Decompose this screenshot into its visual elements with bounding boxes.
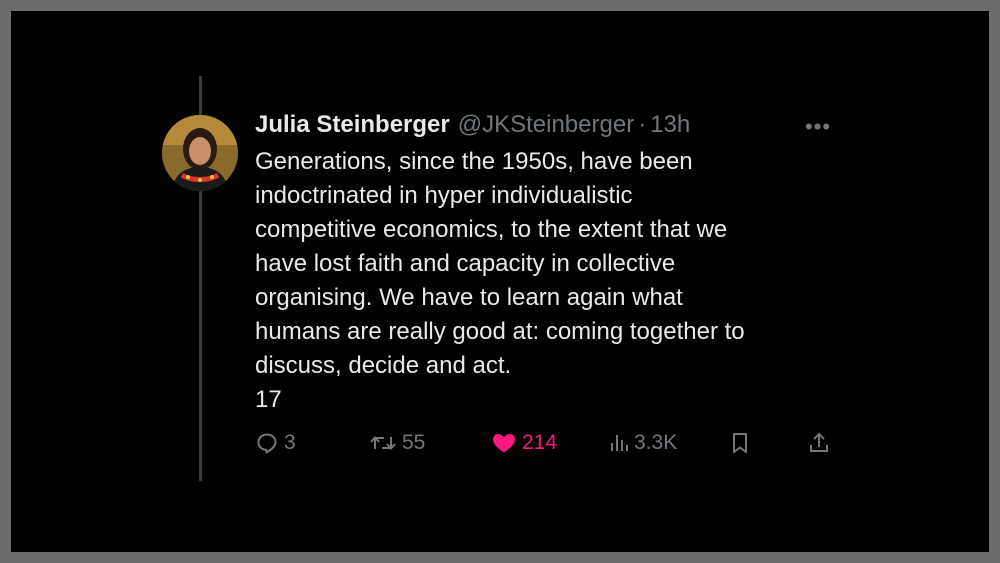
tweet-text-line: Generations, since the 1950s, have been [255, 148, 693, 175]
tweet-header: Julia Steinberger @JKSteinberger · 13h [255, 111, 690, 141]
retweet-count: 55 [402, 431, 426, 454]
tweet-text-line: indoctrinated in hyper individualistic [255, 182, 633, 209]
heart-icon [493, 434, 515, 453]
views-icon [611, 435, 628, 451]
tweet-text-line: organising. We have to learn again what [255, 284, 683, 311]
views-count: 3.3K [634, 431, 678, 454]
author-handle[interactable]: @JKSteinberger [458, 111, 634, 139]
retweet-button[interactable]: 55 [369, 427, 425, 459]
bookmark-button[interactable] [729, 427, 756, 459]
tweet-text-line: humans are really good at: coming togeth… [255, 318, 745, 345]
avatar[interactable] [162, 115, 238, 191]
like-button[interactable]: 214 [491, 427, 557, 459]
reply-button[interactable]: 3 [255, 427, 296, 459]
share-button[interactable] [807, 427, 836, 459]
reply-icon [257, 433, 277, 454]
like-count: 214 [522, 431, 558, 454]
tweet-text-line: have lost faith and capacity in collecti… [255, 250, 676, 277]
trailing-number: 17 [255, 386, 282, 413]
timestamp[interactable]: 13h [650, 111, 690, 139]
reply-count: 3 [284, 431, 296, 454]
share-icon [810, 432, 828, 452]
tweet-text-line: competitive economics, to the extent tha… [255, 216, 728, 243]
tweet-text-line: discuss, decide and act. [255, 352, 512, 379]
views-button[interactable]: 3.3K [609, 427, 677, 459]
author-name[interactable]: Julia Steinberger [255, 111, 450, 139]
tweet-text: Generations, since the 1950s, have been … [255, 145, 835, 417]
more-options-icon[interactable]: ••• [803, 116, 833, 138]
retweet-icon [370, 435, 396, 451]
bookmark-icon [733, 433, 747, 453]
action-bar: 3 55 214 3.3K [255, 427, 835, 459]
tweet-frame: Julia Steinberger @JKSteinberger · 13h •… [11, 11, 989, 552]
separator-dot: · [638, 111, 647, 138]
